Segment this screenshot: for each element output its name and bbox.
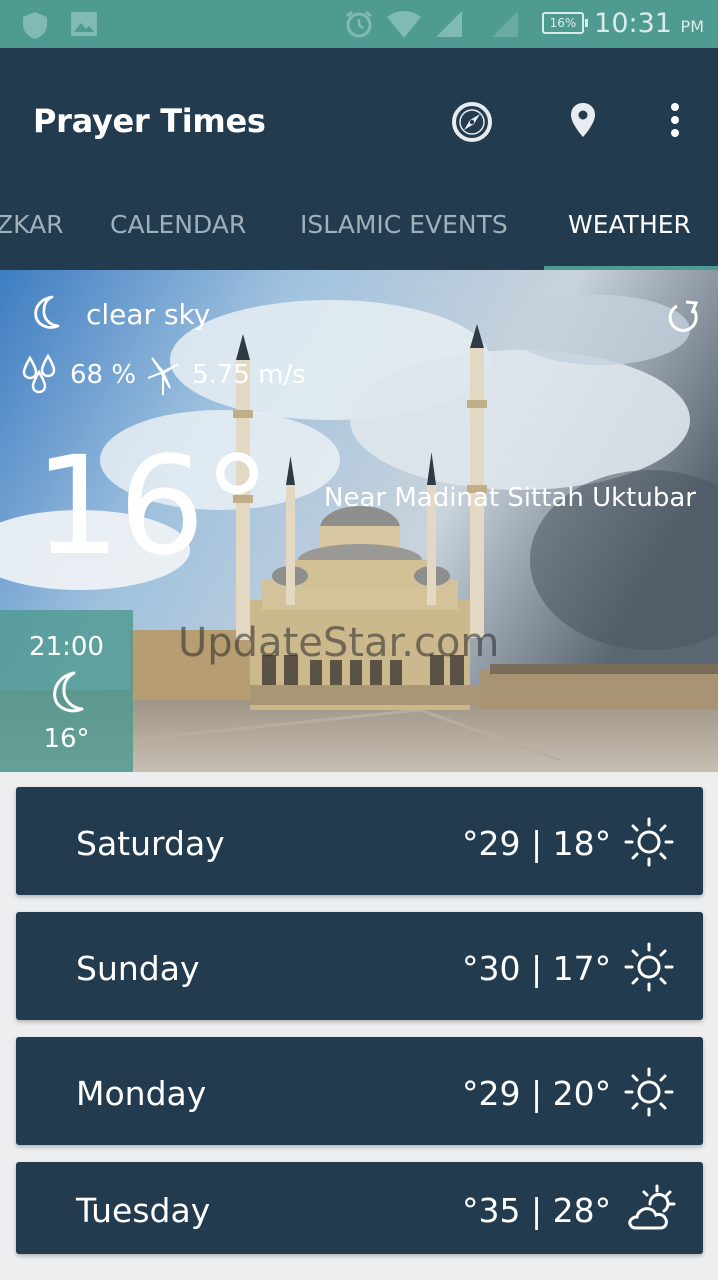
hourly-moon-icon — [53, 671, 84, 713]
wind-icon — [147, 357, 179, 395]
location-pin-icon[interactable] — [570, 102, 596, 138]
weather-condition: clear sky — [86, 298, 211, 331]
current-temperature: 16° — [34, 428, 271, 586]
signal-1-icon — [436, 11, 462, 37]
hourly-temperature: 16° — [43, 724, 90, 754]
watermark-text: UpdateStar.com — [178, 620, 500, 666]
forecast-row-saturday[interactable]: Saturday °29 | 18° — [16, 787, 703, 895]
status-bar: 16% 10:31 PM — [0, 0, 718, 48]
location-label: Near Madinat Sittah Uktubar — [324, 483, 696, 513]
sun-icon — [624, 817, 674, 867]
moon-icon — [34, 295, 60, 329]
tab-islamic-events[interactable]: ISLAMIC EVENTS — [300, 210, 508, 239]
status-clock: 10:31 PM — [594, 8, 704, 39]
forecast-row-tuesday[interactable]: Tuesday °35 | 28° — [16, 1162, 703, 1254]
forecast-day: Sunday — [76, 949, 200, 988]
humidity-icon — [22, 354, 56, 394]
partly-cloudy-icon — [628, 1184, 676, 1230]
forecast-row-sunday[interactable]: Sunday °30 | 17° — [16, 912, 703, 1020]
sun-icon — [624, 942, 674, 992]
weather-hero: clear sky 68 % 5.75 m/s 16° Near Madinat… — [0, 270, 718, 772]
sun-icon — [624, 1067, 674, 1117]
humidity-value: 68 % — [70, 360, 137, 390]
hourly-time: 21:00 — [29, 632, 104, 662]
forecast-temps: °29 | 18° — [462, 824, 612, 863]
wind-speed-value: 5.75 m/s — [192, 360, 306, 390]
refresh-icon[interactable] — [664, 300, 702, 338]
forecast-day: Saturday — [76, 824, 225, 863]
tab-calendar[interactable]: CALENDAR — [110, 210, 246, 239]
app-bar: Prayer Times ZKAR CALENDAR ISLAMIC EVENT… — [0, 48, 718, 270]
signal-2-icon — [492, 11, 518, 37]
forecast-temps: °29 | 20° — [462, 1074, 612, 1113]
page-title: Prayer Times — [33, 102, 266, 140]
tab-bar: ZKAR CALENDAR ISLAMIC EVENTS WEATHER — [0, 188, 718, 270]
compass-icon[interactable] — [450, 100, 494, 144]
tab-weather[interactable]: WEATHER — [568, 210, 691, 239]
shield-icon — [23, 12, 47, 39]
more-vert-icon[interactable] — [668, 102, 682, 138]
wifi-icon — [387, 11, 421, 38]
hourly-forecast-card[interactable]: 21:00 16° — [0, 610, 133, 772]
forecast-temps: °30 | 17° — [462, 949, 612, 988]
image-icon — [71, 12, 97, 36]
tab-azkar[interactable]: ZKAR — [0, 210, 64, 239]
battery-icon: 16% — [542, 12, 588, 34]
forecast-temps: °35 | 28° — [462, 1191, 612, 1230]
alarm-icon — [346, 10, 372, 38]
forecast-day: Tuesday — [76, 1191, 211, 1230]
forecast-day: Monday — [76, 1074, 207, 1113]
forecast-row-monday[interactable]: Monday °29 | 20° — [16, 1037, 703, 1145]
